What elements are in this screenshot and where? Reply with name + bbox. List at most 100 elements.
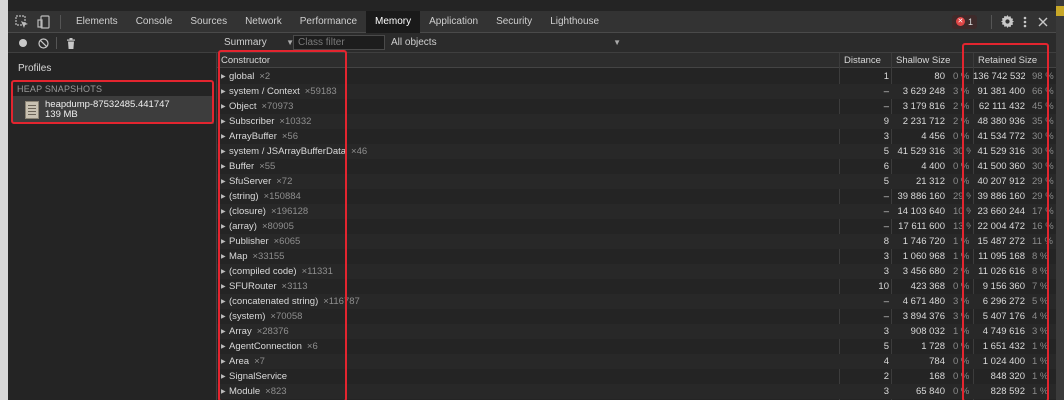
- expand-arrow-icon[interactable]: ▶: [221, 220, 229, 234]
- distance-cell: 2: [883, 371, 889, 382]
- expand-arrow-icon[interactable]: ▶: [221, 340, 229, 354]
- profiles-sidebar: Profiles HEAP SNAPSHOTS heapdump-8753248…: [8, 53, 217, 400]
- distance-cell: 1: [883, 71, 889, 82]
- expand-arrow-icon[interactable]: ▶: [221, 310, 229, 324]
- table-row[interactable]: ▶ (system) ×70058 – 3 894 376 3 % 5 407 176 4 %: [217, 309, 1056, 324]
- table-row[interactable]: ▶(closure) ×196128 –14 103 640 10 % 23 660 2…: [217, 204, 1056, 219]
- close-devtools-icon[interactable]: [1034, 13, 1052, 31]
- more-options-icon[interactable]: [1016, 13, 1034, 31]
- objects-filter-select[interactable]: All objects ▼: [391, 35, 621, 51]
- instance-count: ×70973: [261, 101, 294, 112]
- table-row[interactable]: ▶ (concatenated string) ×116787 – 4 671 480 3…: [217, 294, 1056, 309]
- expand-arrow-icon[interactable]: ▶: [221, 385, 229, 399]
- settings-gear-icon[interactable]: [998, 13, 1016, 31]
- expand-arrow-icon[interactable]: ▶: [221, 280, 229, 294]
- clear-icon[interactable]: [36, 36, 50, 50]
- tab-lighthouse[interactable]: Lighthouse: [541, 11, 608, 33]
- tab-security[interactable]: Security: [487, 11, 541, 33]
- table-row[interactable]: ▶ Area ×7 4 784 0 % 1 024 400 1 %: [217, 354, 1056, 369]
- table-row[interactable]: ▶ global ×2 1 80 0 % 136 742 532 98 %: [217, 69, 1056, 84]
- table-row[interactable]: ▶(array) ×80905 –17 611 600 13 % 22 004 472 1…: [217, 219, 1056, 234]
- retained-size-cell: 9 156 360: [982, 281, 1025, 292]
- table-row[interactable]: ▶ Module ×823 3 65 840 0 % 828 592 1 %: [217, 384, 1056, 399]
- heap-snapshot-item[interactable]: heapdump-87532485.441747 139 MB: [13, 96, 214, 124]
- column-header-retained-size[interactable]: Retained Size: [973, 53, 1056, 68]
- instance-count: ×150884: [263, 191, 301, 202]
- shallow-size-cell: 21 312: [915, 176, 945, 187]
- expand-arrow-icon[interactable]: ▶: [221, 190, 229, 204]
- class-filter-input[interactable]: [293, 35, 385, 50]
- instance-count: ×70058: [270, 311, 303, 322]
- table-row[interactable]: ▶ Subscriber ×10332 9 2 231 712 2 % 48 380 936…: [217, 114, 1056, 129]
- expand-arrow-icon[interactable]: ▶: [221, 160, 229, 174]
- view-mode-select[interactable]: Summary ▼: [224, 35, 294, 51]
- tab-sources[interactable]: Sources: [181, 11, 236, 33]
- table-row[interactable]: ▶ Object ×70973 – 3 179 816 2 % 62 111 432 45 %: [217, 99, 1056, 114]
- constructor-cell: ▶ Array ×28376: [221, 324, 839, 339]
- expand-arrow-icon[interactable]: ▶: [221, 130, 229, 144]
- record-icon[interactable]: [16, 36, 30, 50]
- instance-count: ×80905: [261, 221, 294, 232]
- table-row[interactable]: ▶ SignalService 2 168 0 % 848 320 1 %: [217, 369, 1056, 384]
- retained-percent-cell: 11 %: [1032, 236, 1053, 247]
- device-toolbar-icon[interactable]: [36, 14, 52, 30]
- tab-elements[interactable]: Elements: [67, 11, 127, 33]
- column-header-distance[interactable]: Distance: [839, 53, 891, 68]
- distance-cell: 3: [883, 386, 889, 397]
- distance-cell: 3: [883, 131, 889, 142]
- table-row[interactable]: ▶ (compiled code) ×11331 3 3 456 680 2 % 11 02…: [217, 264, 1056, 279]
- constructor-name: global: [229, 71, 255, 82]
- distance-cell: –: [883, 86, 889, 97]
- tab-memory[interactable]: Memory: [366, 10, 421, 33]
- table-row[interactable]: ▶ system / Context ×59183 – 3 629 248 3 % 91 3…: [217, 84, 1056, 99]
- column-header-shallow-size[interactable]: Shallow Size: [891, 53, 973, 68]
- expand-arrow-icon[interactable]: ▶: [221, 265, 229, 279]
- tab-console[interactable]: Console: [127, 11, 182, 33]
- expand-arrow-icon[interactable]: ▶: [221, 325, 229, 339]
- constructor-name: Object: [229, 101, 257, 112]
- table-row[interactable]: ▶ SFURouter ×3113 10 423 368 0 % 9 156 360 7 %: [217, 279, 1056, 294]
- tab-network[interactable]: Network: [236, 11, 291, 33]
- constructor-name: ArrayBuffer: [229, 131, 277, 142]
- distance-cell: 5: [883, 146, 889, 157]
- retained-percent-cell: 16 %: [1032, 221, 1054, 232]
- table-row[interactable]: ▶ Array ×28376 3 908 032 1 % 4 749 616 3 %: [217, 324, 1056, 339]
- expand-arrow-icon[interactable]: ▶: [221, 70, 229, 84]
- chevron-down-icon: ▼: [613, 38, 621, 47]
- expand-arrow-icon[interactable]: ▶: [221, 205, 229, 219]
- retained-size-cell: 848 320: [990, 371, 1025, 382]
- table-row[interactable]: ▶ Buffer ×55 6 4 400 0 % 41 500 360 30 %: [217, 159, 1056, 174]
- expand-arrow-icon[interactable]: ▶: [221, 250, 229, 264]
- expand-arrow-icon[interactable]: ▶: [221, 100, 229, 114]
- distance-cell: 8: [883, 236, 889, 247]
- table-row[interactable]: ▶ AgentConnection ×6 5 1 728 0 % 1 651 432 1 %: [217, 339, 1056, 354]
- expand-arrow-icon[interactable]: ▶: [221, 85, 229, 99]
- constructor-name: (compiled code): [229, 266, 297, 277]
- expand-arrow-icon[interactable]: ▶: [221, 235, 229, 249]
- table-row[interactable]: ▶ SfuServer ×72 5 21 312 0 % 40 207 912 29 %: [217, 174, 1056, 189]
- inspect-element-icon[interactable]: [14, 14, 30, 30]
- tab-performance[interactable]: Performance: [291, 11, 366, 33]
- shallow-size-cell: 41 529 316: [897, 146, 945, 157]
- expand-arrow-icon[interactable]: ▶: [221, 355, 229, 369]
- table-row[interactable]: ▶ Publisher ×6065 8 1 746 720 1 % 15 487 272 11…: [217, 234, 1056, 249]
- instance-count: ×72: [276, 176, 293, 187]
- expand-arrow-icon[interactable]: ▶: [221, 295, 229, 309]
- expand-arrow-icon[interactable]: ▶: [221, 115, 229, 129]
- table-row[interactable]: ▶ Map ×33155 3 1 060 968 1 % 11 095 168 8 %: [217, 249, 1056, 264]
- expand-arrow-icon[interactable]: ▶: [221, 370, 229, 384]
- table-row[interactable]: ▶ ArrayBuffer ×56 3 4 456 0 % 41 534 772 30 %: [217, 129, 1056, 144]
- expand-arrow-icon[interactable]: ▶: [221, 145, 229, 159]
- expand-arrow-icon[interactable]: ▶: [221, 175, 229, 189]
- shallow-percent-cell: 3 %: [953, 311, 970, 322]
- error-counter[interactable]: ✕ 1: [951, 14, 977, 29]
- column-header-constructor[interactable]: Constructor: [217, 53, 839, 68]
- tab-application[interactable]: Application: [420, 11, 487, 33]
- table-row[interactable]: ▶ system / JSArrayBufferData ×46 5 41 529 31…: [217, 144, 1056, 159]
- shallow-size-cell: 65 840: [915, 386, 945, 397]
- table-row[interactable]: ▶(string)×150884–39 886 16029 %39 886 16…: [217, 189, 1056, 204]
- trash-icon[interactable]: [64, 36, 78, 50]
- distance-cell: 5: [883, 341, 889, 352]
- constructor-cell: ▶ Map ×33155: [221, 249, 839, 264]
- shallow-percent-cell: 1 %: [953, 251, 970, 262]
